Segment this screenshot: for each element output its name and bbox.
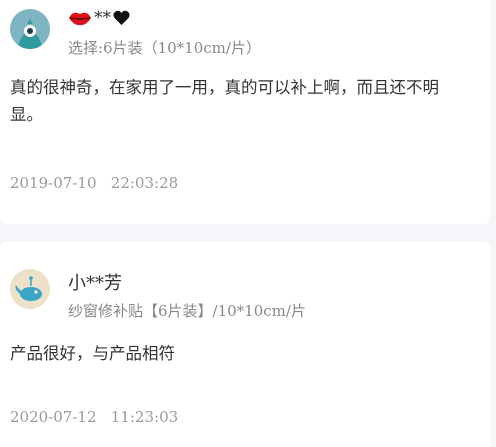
lips-icon (69, 12, 91, 25)
product-spec: 纱窗修补贴【6片装】/10*10cm/片 (68, 302, 306, 320)
user-name: 小**芳 (68, 273, 122, 294)
review-text: 产品很好，与产品相符 (10, 344, 175, 363)
review-text: 真的很神奇，在家用了一用，真的可以补上啊，而且还不明显。 (10, 78, 439, 124)
review-card: 小**芳 纱窗修补贴【6片装】/10*10cm/片 产品很好，与产品相符 202… (0, 242, 490, 447)
review-date: 2020-07-12 11:23:03 (10, 408, 179, 426)
user-avatar[interactable] (10, 269, 50, 309)
product-spec: 选择:6片装（10*10cm/片） (68, 39, 261, 57)
teal-cartoon-avatar-icon (10, 9, 50, 49)
heart-icon (113, 10, 130, 25)
beige-cartoon-avatar-icon (10, 269, 50, 309)
user-name: ** (68, 7, 130, 28)
review-card: ** 选择:6片装（10*10cm/片） 真的很神奇，在家用了一用，真的可以补上… (0, 0, 490, 224)
user-name-text: ** (94, 7, 111, 28)
review-date: 2019-07-10 22:03:28 (10, 174, 179, 192)
user-avatar[interactable] (10, 9, 50, 49)
